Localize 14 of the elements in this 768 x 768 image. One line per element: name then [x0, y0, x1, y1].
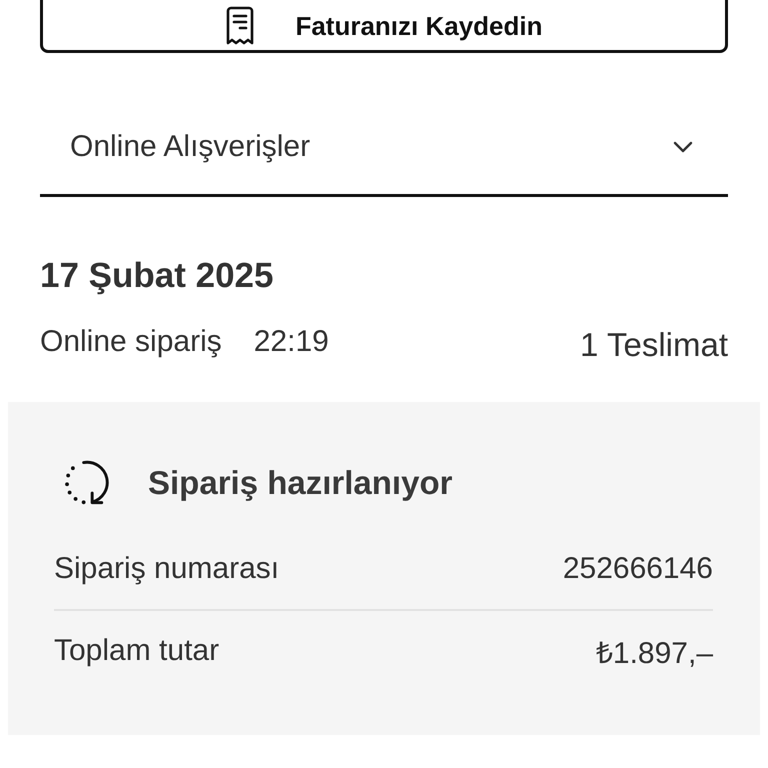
- order-type: Online sipariş: [40, 325, 222, 359]
- chevron-down-icon: [673, 141, 693, 153]
- order-status: Sipariş hazırlanıyor: [148, 464, 452, 502]
- order-time: 22:19: [254, 325, 329, 359]
- detail-label: Sipariş numarası: [54, 552, 280, 586]
- detail-label: Toplam tutar: [54, 634, 220, 668]
- dotted-arrow-circle-icon: [62, 460, 110, 506]
- detail-value: 252666146: [562, 552, 713, 586]
- detail-value: ₺1.897,–: [596, 636, 713, 672]
- filter-dropdown[interactable]: Online Alışverişler: [40, 100, 728, 197]
- save-invoice-button[interactable]: Faturanızı Kaydedin: [40, 0, 728, 53]
- delivery-count: 1 Teslimat: [580, 326, 728, 364]
- order-date: 17 Şubat 2025: [40, 256, 274, 296]
- receipt-icon: [225, 6, 256, 46]
